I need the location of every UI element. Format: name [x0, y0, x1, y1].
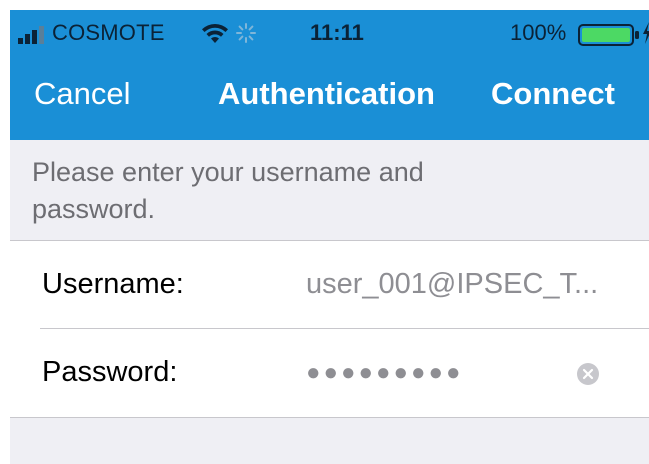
- signal-icon: [18, 26, 44, 44]
- header: COSMOTE 11:11 100% Cancel Authentication…: [10, 10, 649, 140]
- username-field[interactable]: user_001@IPSEC_T...: [306, 268, 626, 301]
- battery-icon: [578, 24, 639, 46]
- connect-button[interactable]: Connect: [491, 76, 615, 112]
- status-bar: COSMOTE 11:11 100%: [10, 10, 649, 54]
- instruction-section: Please enter your username and password.: [10, 140, 649, 240]
- wifi-icon: [202, 23, 228, 43]
- battery-percent: 100%: [510, 20, 567, 45]
- navigation-bar: Cancel Authentication Connect: [10, 54, 649, 140]
- username-label: Username:: [42, 268, 184, 300]
- screen-border: [0, 0, 10, 464]
- cancel-button[interactable]: Cancel: [34, 76, 131, 112]
- bottom-area: [10, 418, 649, 464]
- authentication-screen: COSMOTE 11:11 100% Cancel Authentication…: [0, 0, 649, 464]
- carrier-name: COSMOTE: [52, 20, 165, 45]
- password-label: Password:: [42, 356, 178, 388]
- activity-spinner-icon: [236, 23, 256, 43]
- clear-icon[interactable]: [576, 362, 600, 386]
- instruction-text: Please enter your username and password.: [32, 157, 424, 224]
- password-row[interactable]: Password: ●●●●●●●●●: [10, 329, 649, 416]
- status-time: 11:11: [310, 20, 364, 45]
- page-title: Authentication: [218, 76, 435, 111]
- username-row[interactable]: Username: user_001@IPSEC_T...: [10, 241, 649, 328]
- screen-border: [0, 0, 649, 10]
- password-field[interactable]: ●●●●●●●●●: [306, 359, 463, 387]
- charging-icon: [643, 22, 649, 44]
